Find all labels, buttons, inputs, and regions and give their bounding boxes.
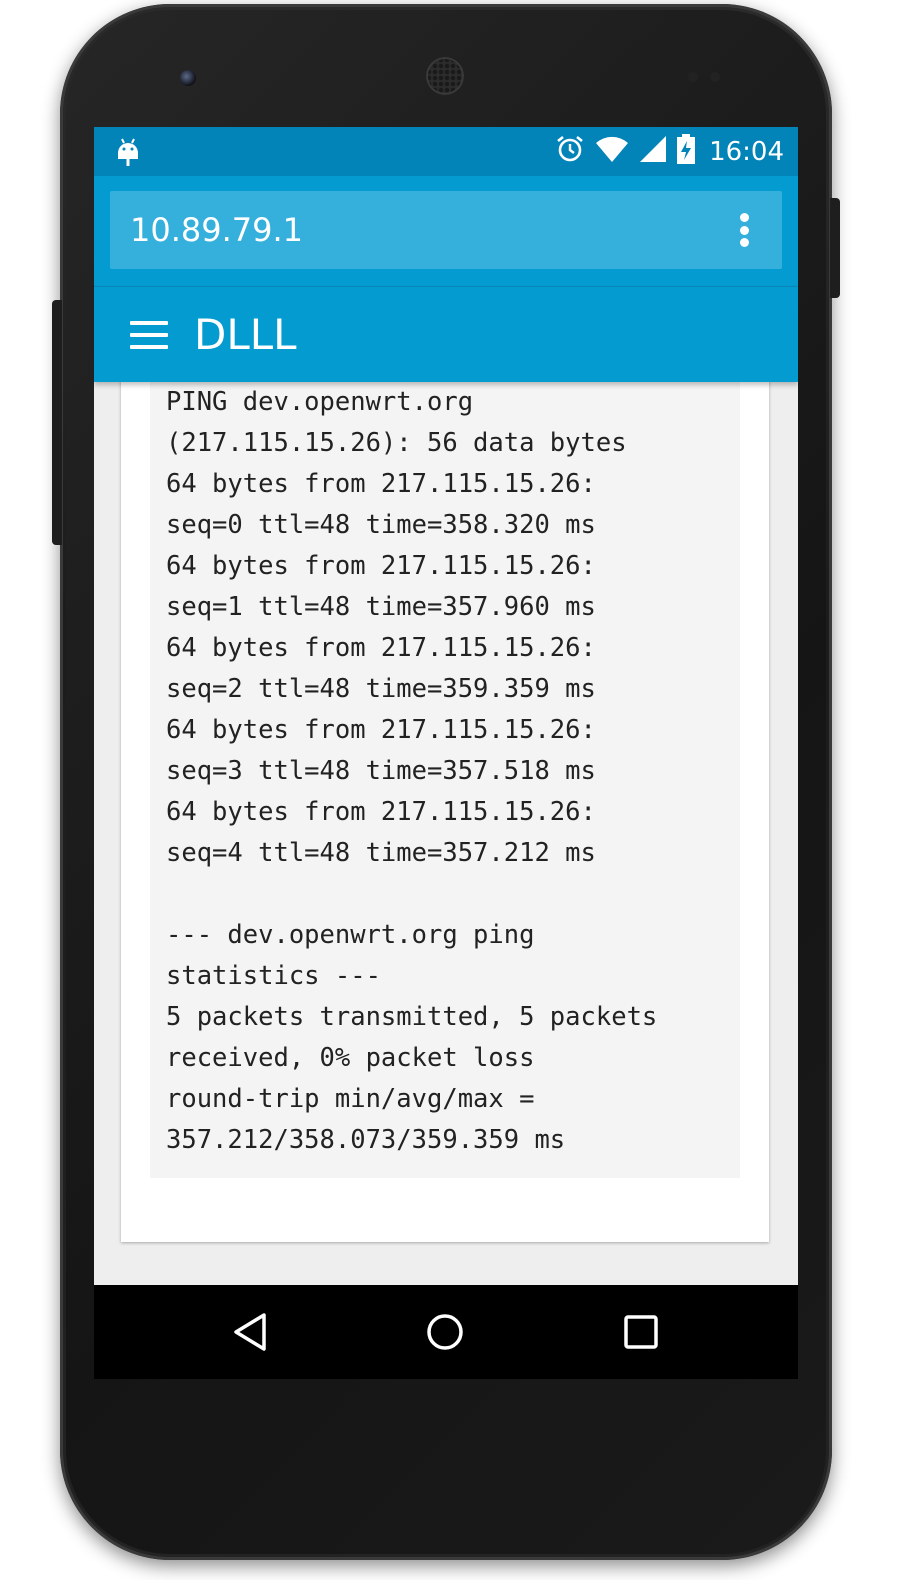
ping-output-line: 357.212/358.073/359.359 ms — [166, 1125, 566, 1155]
app-title: DLLL — [194, 310, 297, 359]
app-bar: DLLL — [94, 286, 798, 382]
ping-output-text: PING dev.openwrt.org (217.115.15.26): 56… — [150, 372, 740, 1161]
power-button — [830, 198, 840, 298]
signal-icon — [639, 135, 667, 168]
ping-output-line: 64 bytes from 217.115.15.26: — [166, 715, 596, 745]
proximity-sensor — [688, 72, 698, 82]
ping-output-line: seq=2 ttl=48 time=359.359 ms — [166, 674, 596, 704]
ping-output-line: 5 packets transmitted, 5 packets — [166, 1002, 658, 1032]
back-icon[interactable] — [230, 1312, 270, 1352]
ping-output-line: PING dev.openwrt.org — [166, 387, 474, 417]
ping-output-line: --- dev.openwrt.org ping — [166, 920, 535, 950]
result-card: PING dev.openwrt.org (217.115.15.26): 56… — [121, 372, 769, 1242]
ping-output-line: 64 bytes from 217.115.15.26: — [166, 797, 596, 827]
ping-output-line: seq=0 ttl=48 time=358.320 ms — [166, 510, 596, 540]
content-area[interactable]: PING dev.openwrt.org (217.115.15.26): 56… — [94, 372, 798, 1285]
ping-output-line: 64 bytes from 217.115.15.26: — [166, 469, 596, 499]
earpiece-speaker — [426, 57, 464, 95]
home-icon[interactable] — [425, 1312, 465, 1352]
address-toolbar: 10.89.79.1 — [94, 176, 798, 286]
ping-output-block: PING dev.openwrt.org (217.115.15.26): 56… — [150, 372, 740, 1178]
ping-output-line: seq=3 ttl=48 time=357.518 ms — [166, 756, 596, 786]
address-text: 10.89.79.1 — [130, 211, 304, 249]
ping-output-line: (217.115.15.26): 56 data bytes — [166, 428, 627, 458]
volume-button — [52, 300, 62, 545]
ping-output-line: round-trip min/avg/max = — [166, 1084, 535, 1114]
navigation-bar — [94, 1285, 798, 1379]
ping-output-line: 64 bytes from 217.115.15.26: — [166, 633, 596, 663]
status-time: 16:04 — [709, 136, 784, 167]
ping-output-line: seq=1 ttl=48 time=357.960 ms — [166, 592, 596, 622]
front-camera — [180, 70, 196, 86]
recent-apps-icon[interactable] — [621, 1312, 661, 1352]
hamburger-menu-icon[interactable] — [130, 321, 168, 349]
ping-output-line: received, 0% packet loss — [166, 1043, 535, 1073]
alarm-icon — [555, 134, 585, 169]
address-field[interactable]: 10.89.79.1 — [110, 191, 782, 269]
ping-output-line: statistics --- — [166, 961, 381, 991]
wifi-icon — [595, 135, 629, 168]
ping-output-line: 64 bytes from 217.115.15.26: — [166, 551, 596, 581]
android-icon — [116, 137, 140, 172]
ping-output-line: seq=4 ttl=48 time=357.212 ms — [166, 838, 596, 868]
more-vert-icon[interactable] — [734, 213, 754, 247]
screen: 16:04 10.89.79.1 DLLL PING dev.openwrt.o… — [94, 127, 798, 1379]
light-sensor — [710, 72, 720, 82]
status-bar: 16:04 — [94, 127, 798, 176]
battery-charging-icon — [677, 134, 696, 169]
